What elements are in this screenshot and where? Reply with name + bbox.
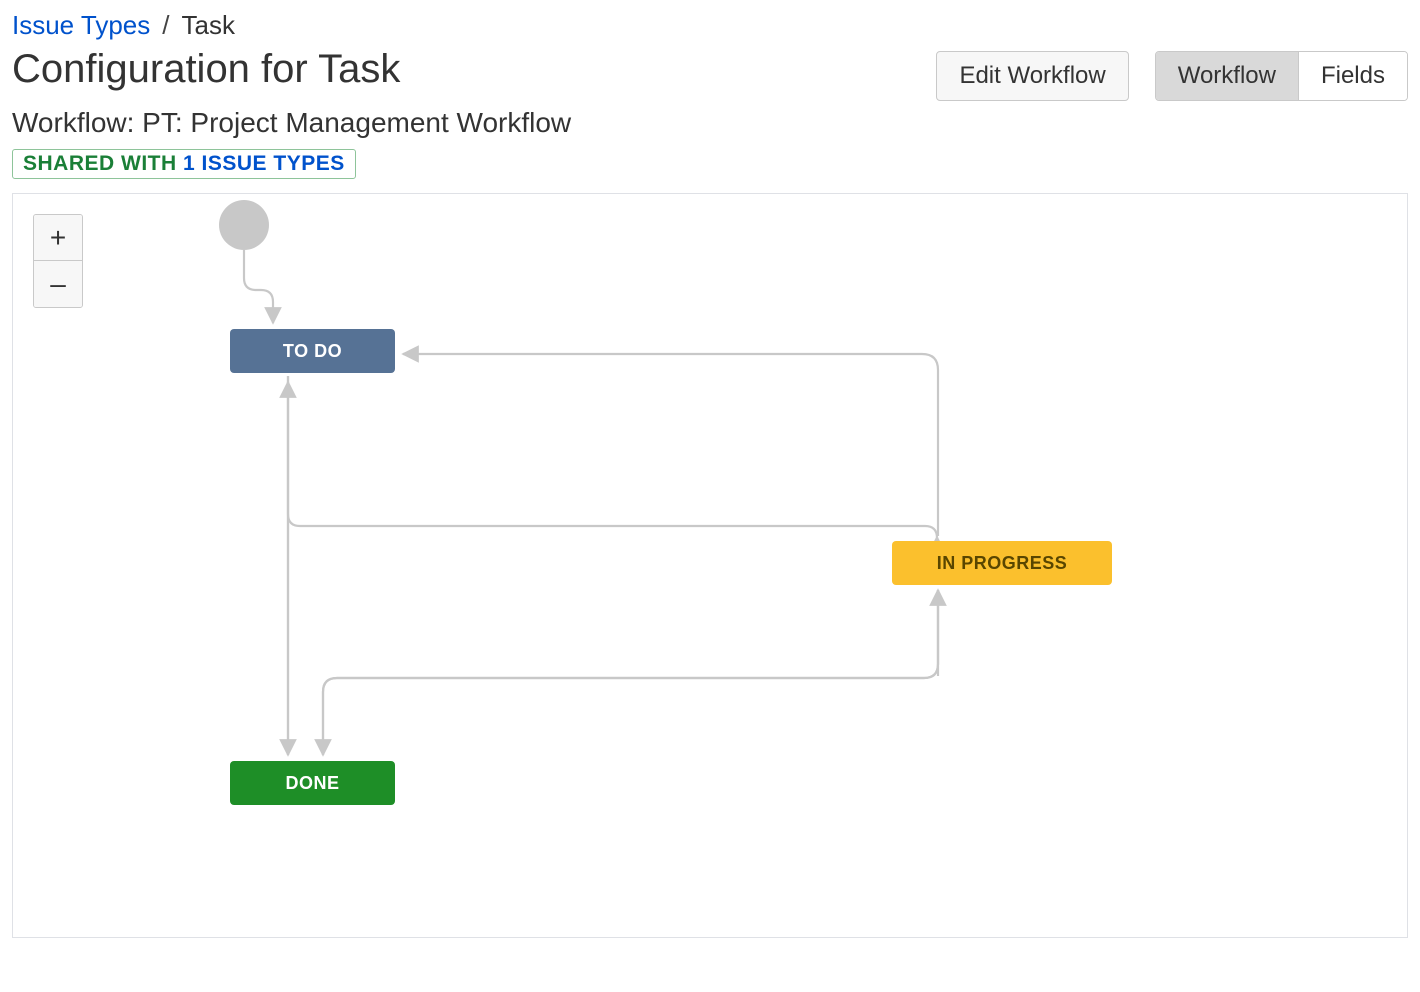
breadcrumb-separator: / bbox=[162, 10, 169, 41]
shared-with-prefix: SHARED WITH bbox=[23, 152, 183, 175]
breadcrumb: Issue Types / Task bbox=[12, 10, 1408, 41]
zoom-controls: + – bbox=[33, 214, 83, 308]
workflow-subtitle-prefix: Workflow: bbox=[12, 107, 134, 138]
edge-start-to-todo bbox=[244, 250, 273, 323]
header-actions: Edit Workflow Workflow Fields bbox=[936, 51, 1408, 101]
tab-workflow[interactable]: Workflow bbox=[1156, 52, 1299, 100]
shared-with-badge[interactable]: SHARED WITH 1 ISSUE TYPES bbox=[12, 149, 356, 179]
status-todo[interactable]: TO DO bbox=[230, 329, 395, 373]
zoom-in-button[interactable]: + bbox=[34, 215, 82, 261]
zoom-out-button[interactable]: – bbox=[34, 261, 82, 307]
edge-todo-to-inprogress bbox=[288, 376, 937, 538]
workflow-edges bbox=[13, 194, 1407, 937]
workflow-subtitle: Workflow: PT: Project Management Workflo… bbox=[12, 107, 1408, 139]
status-done[interactable]: DONE bbox=[230, 761, 395, 805]
shared-with-suffix: 1 ISSUE TYPES bbox=[183, 152, 345, 175]
edge-inprogress-to-done-path bbox=[323, 590, 938, 755]
page-header: Configuration for Task Edit Workflow Wor… bbox=[12, 47, 1408, 101]
edge-inprogress-to-todo bbox=[403, 354, 938, 536]
status-in-progress[interactable]: IN PROGRESS bbox=[892, 541, 1112, 585]
breadcrumb-current: Task bbox=[182, 10, 235, 41]
tab-fields[interactable]: Fields bbox=[1299, 52, 1407, 100]
breadcrumb-link-issue-types[interactable]: Issue Types bbox=[12, 10, 150, 41]
page-title: Configuration for Task bbox=[12, 47, 400, 92]
view-toggle-group: Workflow Fields bbox=[1155, 51, 1408, 101]
workflow-start-node[interactable] bbox=[219, 200, 269, 250]
edge-inprogress-to-done bbox=[323, 590, 938, 755]
workflow-subtitle-name: PT: Project Management Workflow bbox=[142, 107, 571, 138]
edit-workflow-button[interactable]: Edit Workflow bbox=[936, 51, 1128, 101]
workflow-diagram[interactable]: + – bbox=[12, 193, 1408, 938]
